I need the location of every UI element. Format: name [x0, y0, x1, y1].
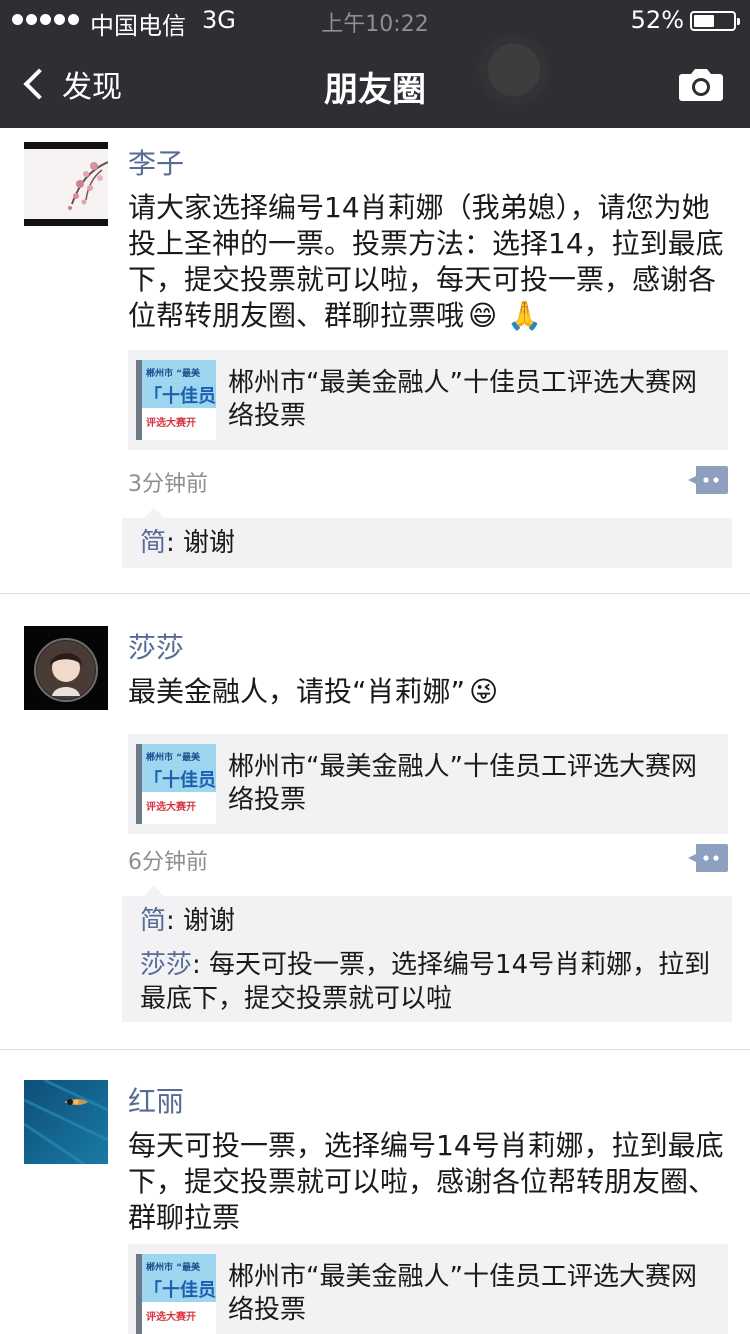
author-name[interactable]: 莎莎	[128, 626, 184, 666]
post-text: 最美金融人，请投“肖莉娜” 😜	[128, 674, 732, 710]
status-bar: 中国电信 3G 上午10:22 52%	[0, 0, 750, 40]
post-time: 6分钟前	[128, 850, 208, 875]
wink-tongue-emoji-icon: 😜	[469, 675, 499, 708]
thumb-line-3: 评选大赛开	[146, 416, 196, 429]
battery-icon	[690, 11, 740, 31]
link-title: 郴州市“最美金融人”十佳员工评选大赛网络投票	[228, 752, 697, 815]
shared-link-card[interactable]: 郴州市 “最美 「十佳员 评选大赛开 郴州市“最美金融人”十佳员工评选大赛网络投…	[128, 1244, 728, 1334]
post-text-body: 最美金融人，请投“肖莉娜”	[128, 675, 466, 708]
grin-emoji-icon: 😄	[468, 299, 498, 332]
thumb-line-2: 「十佳员	[144, 769, 216, 791]
camera-icon[interactable]	[678, 66, 724, 102]
comment-text: 谢谢	[183, 906, 236, 936]
moment-post: 莎莎 最美金融人，请投“肖莉娜” 😜 郴州市 “最美 「十佳员 评选大赛开 郴州市…	[0, 594, 750, 1050]
praying-hands-emoji-icon: 🙏	[507, 299, 543, 332]
comment[interactable]: 简: 谢谢	[122, 904, 732, 938]
thumb-line-1: 郴州市 “最美	[146, 367, 201, 379]
moments-feed: 李子 请大家选择编号14肖莉娜（我弟媳），请您为她投上圣神的一票。投票方法：选择…	[0, 128, 750, 1334]
thumb-line-3: 评选大赛开	[146, 1310, 196, 1323]
comment-menu-button[interactable]	[688, 844, 728, 872]
thumb-line-3: 评选大赛开	[146, 800, 196, 813]
link-thumbnail: 郴州市 “最美 「十佳员 评选大赛开	[136, 360, 216, 440]
avatar[interactable]	[24, 1080, 108, 1164]
comment-author[interactable]: 莎莎	[140, 950, 192, 980]
battery-percent: 52%	[630, 6, 684, 34]
comment-text: 谢谢	[183, 528, 236, 558]
post-text: 请大家选择编号14肖莉娜（我弟媳），请您为她投上圣神的一票。投票方法：选择14，…	[128, 190, 732, 334]
comment-list: 简: 谢谢	[122, 508, 732, 568]
comment-menu-button[interactable]	[688, 466, 728, 494]
post-text-body: 请大家选择编号14肖莉娜（我弟媳），请您为她投上圣神的一票。投票方法：选择14，…	[128, 191, 724, 332]
battery-fill	[694, 15, 714, 27]
thumb-line-2: 「十佳员	[144, 1279, 216, 1301]
moment-post: 李子 请大家选择编号14肖莉娜（我弟媳），请您为她投上圣神的一票。投票方法：选择…	[0, 128, 750, 594]
comment[interactable]: 简: 谢谢	[122, 522, 732, 564]
author-name[interactable]: 李子	[128, 142, 184, 182]
post-time: 3分钟前	[128, 472, 208, 497]
comment-author[interactable]: 简	[140, 906, 166, 936]
comment-author[interactable]: 简	[140, 528, 166, 558]
top-bar: 中国电信 3G 上午10:22 52% 发现 朋友圈	[0, 0, 750, 128]
comment-separator: :	[166, 528, 184, 558]
moment-post: 红丽 每天可投一票，选择编号14号肖莉娜，拉到最底下，提交投票就可以啦，感谢各位…	[0, 1050, 750, 1334]
link-title: 郴州市“最美金融人”十佳员工评选大赛网络投票	[228, 1262, 697, 1325]
author-name[interactable]: 红丽	[128, 1080, 184, 1120]
avatar[interactable]	[24, 626, 108, 710]
page-title: 朋友圈	[324, 70, 426, 110]
link-thumbnail: 郴州市 “最美 「十佳员 评选大赛开	[136, 1254, 216, 1334]
navigation-bar: 发现 朋友圈	[0, 32, 750, 128]
link-thumbnail: 郴州市 “最美 「十佳员 评选大赛开	[136, 744, 216, 824]
thumb-line-2: 「十佳员	[144, 385, 216, 407]
avatar[interactable]	[24, 142, 108, 226]
comment-text: 每天可投一票，选择编号14号肖莉娜，拉到最底下，提交投票就可以啦	[140, 950, 711, 1014]
thumb-line-1: 郴州市 “最美	[146, 751, 201, 763]
shared-link-card[interactable]: 郴州市 “最美 「十佳员 评选大赛开 郴州市“最美金融人”十佳员工评选大赛网络投…	[128, 350, 728, 450]
comment-separator: :	[192, 950, 210, 980]
link-title: 郴州市“最美金融人”十佳员工评选大赛网络投票	[228, 368, 697, 431]
thumb-line-1: 郴州市 “最美	[146, 1261, 201, 1273]
comment-list: 简: 谢谢 莎莎: 每天可投一票，选择编号14号肖莉娜，拉到最底下，提交投票就可…	[122, 886, 732, 1022]
comment-separator: :	[166, 906, 184, 936]
post-text: 每天可投一票，选择编号14号肖莉娜，拉到最底下，提交投票就可以啦，感谢各位帮转朋…	[128, 1129, 724, 1234]
comment[interactable]: 莎莎: 每天可投一票，选择编号14号肖莉娜，拉到最底下，提交投票就可以啦	[122, 948, 732, 1016]
shared-link-card[interactable]: 郴州市 “最美 「十佳员 评选大赛开 郴州市“最美金融人”十佳员工评选大赛网络投…	[128, 734, 728, 834]
